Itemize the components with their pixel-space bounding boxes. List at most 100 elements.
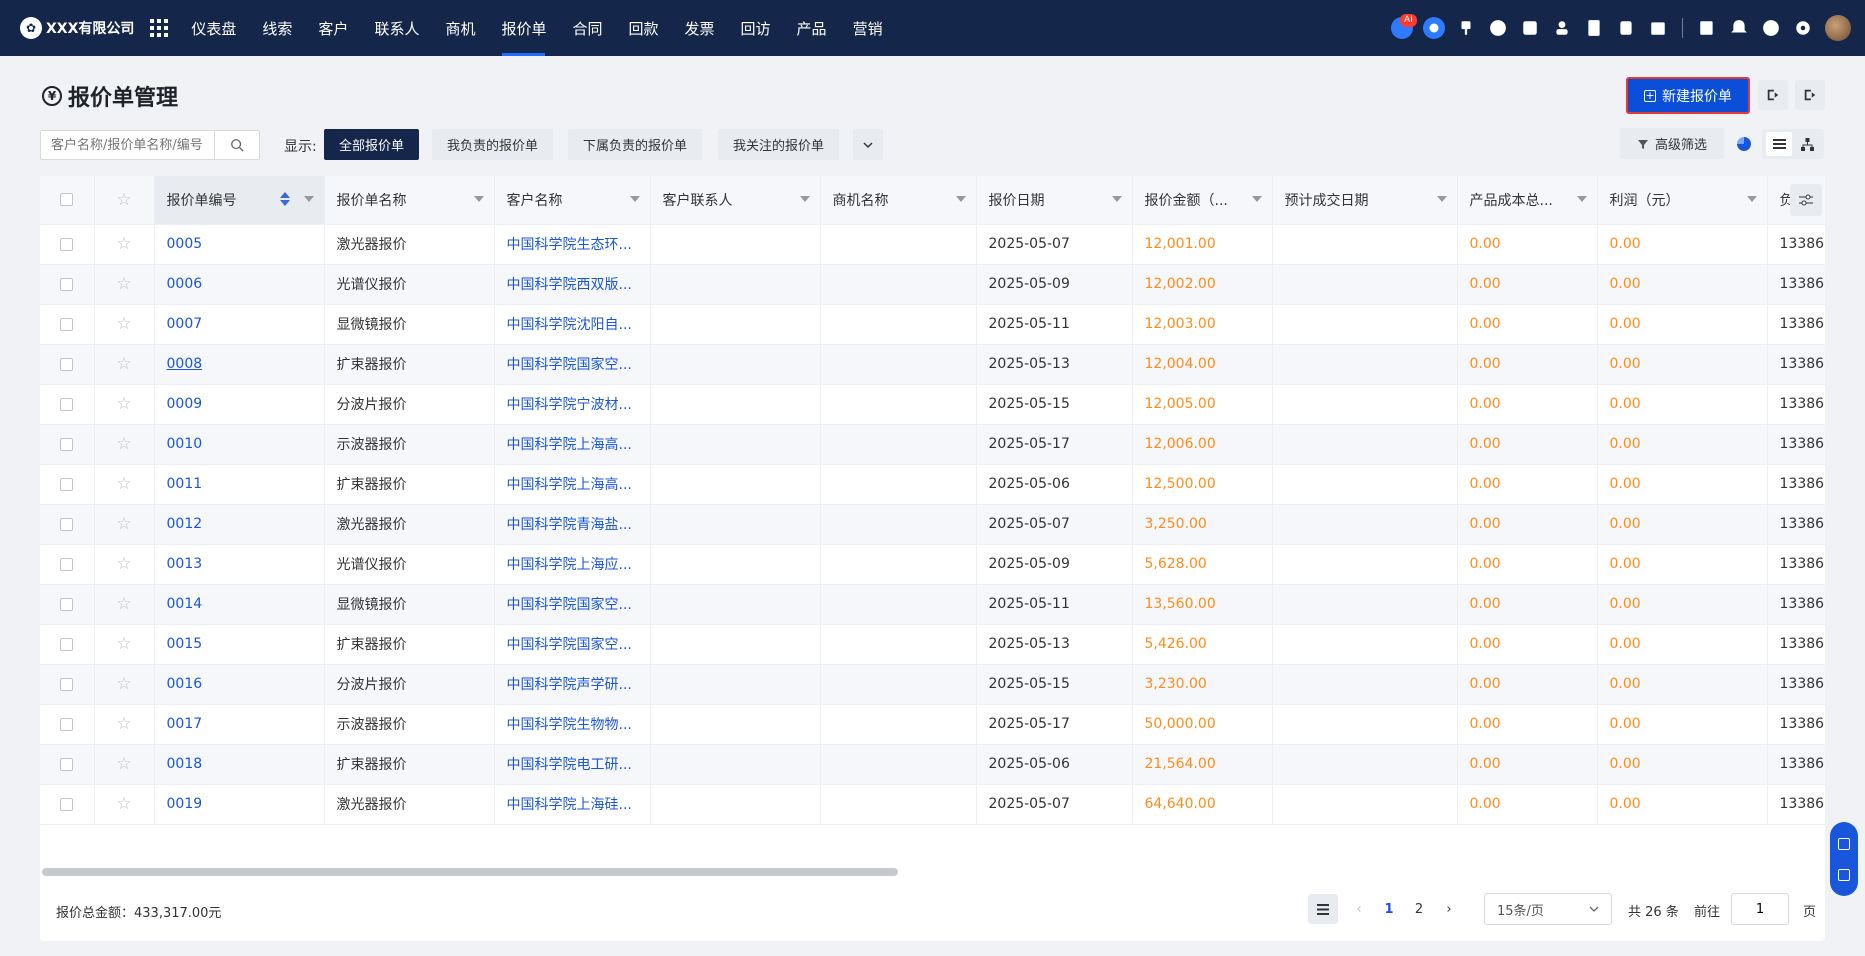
report-icon[interactable] bbox=[1691, 12, 1723, 44]
row-select[interactable] bbox=[40, 704, 95, 745]
column-filter-icon[interactable] bbox=[1251, 196, 1262, 202]
column-filter-icon[interactable] bbox=[799, 196, 810, 202]
tree-view-icon[interactable] bbox=[1794, 132, 1820, 156]
next-page-icon[interactable]: › bbox=[1434, 894, 1464, 924]
row-checkbox[interactable] bbox=[60, 717, 74, 731]
row-star[interactable]: ☆ bbox=[94, 624, 155, 665]
row-select[interactable] bbox=[40, 784, 95, 825]
sort-icon[interactable] bbox=[279, 192, 290, 206]
col-opportunity[interactable]: 商机名称 bbox=[820, 176, 977, 225]
table-row[interactable]: ☆ 0006 光谱仪报价 中国科学院西双版... 2025-05-09 12,002.00… bbox=[40, 264, 1825, 305]
row-select[interactable] bbox=[40, 384, 95, 425]
row-checkbox[interactable] bbox=[60, 517, 74, 531]
col-profit[interactable]: 利润（元） bbox=[1597, 176, 1768, 225]
row-select[interactable] bbox=[40, 424, 95, 465]
star-icon[interactable]: ☆ bbox=[116, 354, 131, 374]
cell-quote-code[interactable]: 0007 bbox=[154, 304, 325, 345]
list-mode-icon[interactable] bbox=[1308, 894, 1338, 924]
row-star[interactable]: ☆ bbox=[94, 264, 155, 305]
cell-quote-code[interactable]: 0019 bbox=[154, 784, 325, 825]
chevron-down-icon[interactable] bbox=[853, 129, 883, 160]
cell-quote-code[interactable]: 0014 bbox=[154, 584, 325, 625]
star-icon[interactable]: ☆ bbox=[116, 434, 131, 454]
column-settings-icon[interactable] bbox=[1790, 184, 1822, 216]
row-select[interactable] bbox=[40, 344, 95, 385]
row-select[interactable] bbox=[40, 544, 95, 585]
row-select[interactable] bbox=[40, 664, 95, 705]
help-icon[interactable] bbox=[1755, 12, 1787, 44]
page-size-select[interactable]: 15条/页 bbox=[1484, 893, 1612, 925]
list-view-icon[interactable] bbox=[1766, 132, 1792, 156]
table-row[interactable]: ☆ 0005 激光器报价 中国科学院生态环... 2025-05-07 12,001.00… bbox=[40, 224, 1825, 265]
cell-customer[interactable]: 中国科学院宁波材... bbox=[494, 384, 651, 425]
cell-quote-code[interactable]: 0008 bbox=[154, 344, 325, 385]
bell-icon[interactable] bbox=[1723, 12, 1755, 44]
table-row[interactable]: ☆ 0016 分波片报价 中国科学院声学研... 2025-05-15 3,230.00 0… bbox=[40, 664, 1825, 705]
column-filter-icon[interactable] bbox=[629, 196, 640, 202]
star-icon[interactable]: ☆ bbox=[116, 714, 131, 734]
row-checkbox[interactable] bbox=[60, 437, 74, 451]
prev-page-icon[interactable]: ‹ bbox=[1344, 894, 1374, 924]
star-icon[interactable]: ☆ bbox=[116, 514, 131, 534]
table-row[interactable]: ☆ 0013 光谱仪报价 中国科学院上海应... 2025-05-09 5,628.00 0… bbox=[40, 544, 1825, 585]
star-icon[interactable]: ☆ bbox=[116, 234, 131, 254]
column-filter-icon[interactable] bbox=[1576, 196, 1587, 202]
connect-icon[interactable] bbox=[1838, 837, 1850, 850]
star-icon[interactable]: ☆ bbox=[116, 314, 131, 334]
cell-quote-code[interactable]: 0017 bbox=[154, 704, 325, 745]
cell-customer[interactable]: 中国科学院电工研... bbox=[494, 744, 651, 785]
star-icon[interactable]: ☆ bbox=[116, 594, 131, 614]
cell-customer[interactable]: 中国科学院上海硅... bbox=[494, 784, 651, 825]
user-icon[interactable] bbox=[1546, 12, 1578, 44]
star-icon[interactable]: ☆ bbox=[116, 474, 131, 494]
table-row[interactable]: ☆ 0011 扩束器报价 中国科学院上海高... 2025-05-06 12,500.00… bbox=[40, 464, 1825, 505]
task-check-icon[interactable] bbox=[1514, 12, 1546, 44]
chat-icon[interactable] bbox=[1418, 12, 1450, 44]
row-select[interactable] bbox=[40, 304, 95, 345]
star-icon[interactable]: ☆ bbox=[116, 754, 131, 774]
search-input[interactable] bbox=[41, 131, 214, 159]
advanced-filter-button[interactable]: 高级筛选 bbox=[1620, 128, 1724, 159]
star-icon[interactable]: ☆ bbox=[116, 274, 131, 294]
gear-icon[interactable] bbox=[1787, 12, 1819, 44]
table-row[interactable]: ☆ 0019 激光器报价 中国科学院上海硅... 2025-05-07 64,640.00… bbox=[40, 784, 1825, 825]
star-icon[interactable]: ☆ bbox=[116, 794, 131, 814]
col-expected-date[interactable]: 预计成交日期 bbox=[1272, 176, 1458, 225]
row-checkbox[interactable] bbox=[60, 277, 74, 291]
col-quote-name[interactable]: 报价单名称 bbox=[324, 176, 495, 225]
star-icon[interactable]: ☆ bbox=[116, 674, 131, 694]
col-quote-amount[interactable]: 报价金额（... bbox=[1132, 176, 1273, 225]
col-quote-date[interactable]: 报价日期 bbox=[976, 176, 1133, 225]
nav-item[interactable]: 客户 bbox=[305, 0, 361, 56]
cell-quote-code[interactable]: 0010 bbox=[154, 424, 325, 465]
row-checkbox[interactable] bbox=[60, 757, 74, 771]
cell-quote-code[interactable]: 0006 bbox=[154, 264, 325, 305]
avatar[interactable] bbox=[1825, 15, 1851, 41]
col-customer[interactable]: 客户名称 bbox=[494, 176, 651, 225]
row-checkbox[interactable] bbox=[60, 557, 74, 571]
row-star[interactable]: ☆ bbox=[94, 344, 155, 385]
cell-quote-code[interactable]: 0005 bbox=[154, 224, 325, 265]
star-icon[interactable]: ☆ bbox=[116, 634, 131, 654]
document-icon[interactable] bbox=[1578, 12, 1610, 44]
cell-quote-code[interactable]: 0018 bbox=[154, 744, 325, 785]
cell-quote-code[interactable]: 0015 bbox=[154, 624, 325, 665]
col-contact[interactable]: 客户联系人 bbox=[650, 176, 821, 225]
cell-customer[interactable]: 中国科学院声学研... bbox=[494, 664, 651, 705]
row-star[interactable]: ☆ bbox=[94, 464, 155, 505]
search-icon[interactable] bbox=[214, 131, 259, 159]
select-all-checkbox[interactable] bbox=[60, 193, 74, 207]
row-checkbox[interactable] bbox=[60, 237, 74, 251]
row-checkbox[interactable] bbox=[60, 597, 74, 611]
row-checkbox[interactable] bbox=[60, 317, 74, 331]
nav-item[interactable]: 报价单 bbox=[488, 0, 559, 56]
row-select[interactable] bbox=[40, 744, 95, 785]
cell-customer[interactable]: 中国科学院沈阳自... bbox=[494, 304, 651, 345]
table-row[interactable]: ☆ 0014 显微镜报价 中国科学院国家空... 2025-05-11 13,560.00… bbox=[40, 584, 1825, 625]
ai-assistant-icon[interactable]: AI bbox=[1386, 12, 1418, 44]
phone-icon[interactable] bbox=[1610, 12, 1642, 44]
table-row[interactable]: ☆ 0010 示波器报价 中国科学院上海高... 2025-05-17 12,006.00… bbox=[40, 424, 1825, 465]
column-filter-icon[interactable] bbox=[473, 196, 484, 202]
cell-customer[interactable]: 中国科学院西双版... bbox=[494, 264, 651, 305]
col-product-cost[interactable]: 产品成本总... bbox=[1457, 176, 1598, 225]
